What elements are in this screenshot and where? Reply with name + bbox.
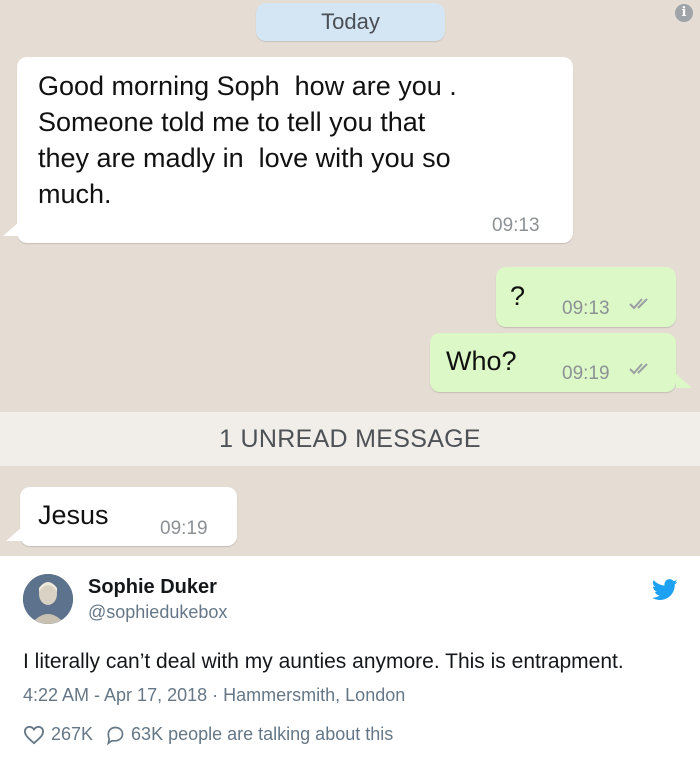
message-text: ? <box>510 281 526 311</box>
bubble-tail <box>3 222 19 236</box>
unread-label: 1 UNREAD MESSAGE <box>219 424 481 453</box>
message-time: 09:13 <box>562 298 610 319</box>
talking-count[interactable]: 63K people are talking about this <box>131 724 393 745</box>
unread-divider: 1 UNREAD MESSAGE <box>0 412 700 466</box>
tweet-text: I literally can’t deal with my aunties a… <box>23 650 624 673</box>
like-count[interactable]: 267K <box>51 724 93 745</box>
author-name[interactable]: Sophie Duker <box>88 576 217 599</box>
reply-bubble-icon[interactable] <box>105 725 125 745</box>
outgoing-message-bubble[interactable]: ? 09:13 <box>496 267 676 327</box>
incoming-message-bubble[interactable]: Jesus 09:19 <box>20 487 237 546</box>
message-text: Who? <box>446 346 517 376</box>
bubble-tail <box>6 527 22 541</box>
outgoing-message-bubble[interactable]: Who? 09:19 <box>430 333 676 392</box>
message-time: 09:19 <box>160 518 208 539</box>
tweet-location[interactable]: Hammersmith, London <box>223 685 405 705</box>
heart-icon[interactable] <box>23 725 45 745</box>
twitter-bird-icon[interactable] <box>652 579 678 601</box>
message-text: Jesus <box>38 500 109 530</box>
meta-separator: · <box>212 685 219 705</box>
author-handle[interactable]: @sophiedukebox <box>88 602 227 623</box>
double-check-icon <box>629 363 648 375</box>
bubble-tail <box>676 374 692 388</box>
date-label: Today <box>321 9 380 34</box>
incoming-message-bubble[interactable]: Good morning Soph how are you . Someone … <box>17 57 573 243</box>
message-text: Good morning Soph how are you . Someone … <box>38 71 457 209</box>
date-divider: Today <box>256 3 445 41</box>
chat-screenshot: Today i Good morning Soph how are you . … <box>0 0 700 556</box>
message-time: 09:13 <box>492 215 540 236</box>
double-check-icon <box>629 298 648 310</box>
avatar[interactable] <box>23 574 73 624</box>
tweet-meta: 4:22 AM - Apr 17, 2018 · Hammersmith, Lo… <box>23 685 405 706</box>
message-time: 09:19 <box>562 363 610 384</box>
info-icon[interactable]: i <box>675 4 693 22</box>
tweet-timestamp[interactable]: 4:22 AM - Apr 17, 2018 <box>23 685 207 705</box>
tweet-actions: 267K 63K people are talking about this <box>23 724 393 745</box>
